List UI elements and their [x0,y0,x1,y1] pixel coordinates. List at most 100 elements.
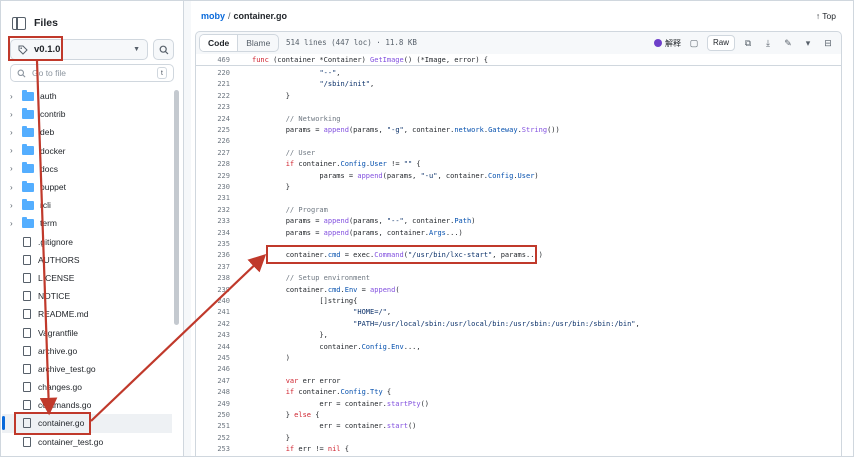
line-number[interactable]: 235 [196,239,230,250]
breadcrumb-repo-link[interactable]: moby [201,11,225,21]
sidebar-scrollbar[interactable] [174,90,179,325]
code-line[interactable]: 224 // Networking [196,114,841,125]
line-number[interactable]: 246 [196,364,230,375]
line-number[interactable]: 228 [196,159,230,170]
top-link[interactable]: ↑ Top [816,11,836,21]
tree-file[interactable]: Vagrantfile [2,323,172,341]
sidebar-resize-handle[interactable] [183,1,191,456]
line-number[interactable]: 244 [196,342,230,353]
edit-pencil-icon[interactable]: ✎ [781,36,795,50]
tree-file[interactable]: archive_test.go [2,360,172,378]
symbols-toggle-icon[interactable]: ⊟ [821,36,835,50]
code-line[interactable]: 220 "--", [196,68,841,79]
code-line[interactable]: 248 if container.Config.Tty { [196,387,841,398]
line-number[interactable]: 236 [196,250,230,261]
tree-file[interactable]: commands.go [2,396,172,414]
tree-file[interactable]: container.go [2,414,172,433]
line-number[interactable]: 229 [196,171,230,182]
line-number[interactable]: 226 [196,136,230,147]
tree-folder[interactable]: › docs [2,160,172,178]
tree-file[interactable]: NOTICE [2,287,172,305]
tree-file[interactable]: AUTHORS [2,251,172,269]
download-icon[interactable]: ⤓ [761,36,775,50]
line-number[interactable]: 240 [196,296,230,307]
code-line[interactable]: 244 container.Config.Env..., [196,342,841,353]
tree-folder[interactable]: › puppet [2,178,172,196]
line-number[interactable]: 231 [196,193,230,204]
tree-folder[interactable]: › rcli [2,196,172,214]
chevron-right-icon[interactable]: › [10,92,20,101]
chevron-right-icon[interactable]: › [10,110,20,119]
code-line[interactable]: 222 } [196,91,841,102]
tree-folder[interactable]: › deb [2,123,172,141]
line-number[interactable]: 230 [196,182,230,193]
chevron-right-icon[interactable]: › [10,219,20,228]
line-number[interactable]: 245 [196,353,230,364]
tab-blame[interactable]: Blame [238,35,278,51]
explain-button[interactable]: 解释 [653,38,681,49]
line-number[interactable]: 251 [196,421,230,432]
line-number[interactable]: 234 [196,228,230,239]
code-line[interactable]: 225 params = append(params, "-g", contai… [196,125,841,136]
line-number[interactable]: 232 [196,205,230,216]
code-line[interactable]: 240 []string{ [196,296,841,307]
code-line[interactable]: 226 [196,136,841,147]
code-line[interactable]: 231 [196,193,841,204]
tree-folder[interactable]: › docker [2,142,172,160]
code-line[interactable]: 229 params = append(params, "-u", contai… [196,171,841,182]
line-number[interactable]: 227 [196,148,230,159]
code-line[interactable]: 238 // Setup environment [196,273,841,284]
code-line[interactable]: 250 } else { [196,410,841,421]
line-number[interactable]: 253 [196,444,230,455]
line-number[interactable]: 248 [196,387,230,398]
tree-folder[interactable]: › contrib [2,105,172,123]
line-number[interactable]: 237 [196,262,230,273]
line-number[interactable]: 238 [196,273,230,284]
code-line[interactable]: 235 [196,239,841,250]
line-number[interactable]: 249 [196,399,230,410]
tree-folder[interactable]: › term [2,214,172,232]
code-line[interactable]: 249 err = container.startPty() [196,399,841,410]
code-line[interactable]: 236 container.cmd = exec.Command("/usr/b… [196,250,841,261]
code-line[interactable]: 239 container.cmd.Env = append( [196,285,841,296]
chevron-right-icon[interactable]: › [10,128,20,137]
line-number[interactable]: 242 [196,319,230,330]
code-line[interactable]: 237 [196,262,841,273]
chevron-down-icon[interactable]: ▾ [801,36,815,50]
copy-icon[interactable]: ⧉ [741,36,755,50]
code-line[interactable]: 241 "HOME=/", [196,307,841,318]
tree-file[interactable]: container_test.go [2,433,172,451]
line-number[interactable]: 241 [196,307,230,318]
tree-file[interactable]: changes.go [2,378,172,396]
code-line[interactable]: 228 if container.Config.User != "" { [196,159,841,170]
code-line[interactable]: 230 } [196,182,841,193]
code-line[interactable]: 252 } [196,433,841,444]
tree-file[interactable]: .gitignore [2,233,172,251]
code-line[interactable]: 243 }, [196,330,841,341]
tree-file[interactable]: archive.go [2,342,172,360]
chevron-right-icon[interactable]: › [10,201,20,210]
line-number[interactable]: 250 [196,410,230,421]
line-number[interactable]: 233 [196,216,230,227]
code-line[interactable]: 245 ) [196,353,841,364]
line-number[interactable]: 223 [196,102,230,113]
search-button[interactable] [153,39,174,60]
line-number[interactable]: 239 [196,285,230,296]
code-line[interactable]: 251 err = container.start() [196,421,841,432]
code-line[interactable]: 233 params = append(params, "--", contai… [196,216,841,227]
code-line[interactable]: 234 params = append(params, container.Ar… [196,228,841,239]
line-number[interactable]: 221 [196,79,230,90]
sidebar-collapse-icon[interactable] [12,16,26,30]
branch-selector[interactable]: v0.1.0 ▼ [10,39,148,60]
code-line[interactable]: 247 var err error [196,376,841,387]
symbols-panel-icon[interactable]: ▢ [687,36,701,50]
tab-code[interactable]: Code [200,35,239,51]
code-line[interactable]: 227 // User [196,148,841,159]
line-number[interactable]: 247 [196,376,230,387]
chevron-right-icon[interactable]: › [10,164,20,173]
tree-folder[interactable]: › auth [2,87,172,105]
line-number[interactable]: 225 [196,125,230,136]
line-number[interactable]: 222 [196,91,230,102]
code-line[interactable]: 223 [196,102,841,113]
raw-button[interactable]: Raw [706,35,735,51]
